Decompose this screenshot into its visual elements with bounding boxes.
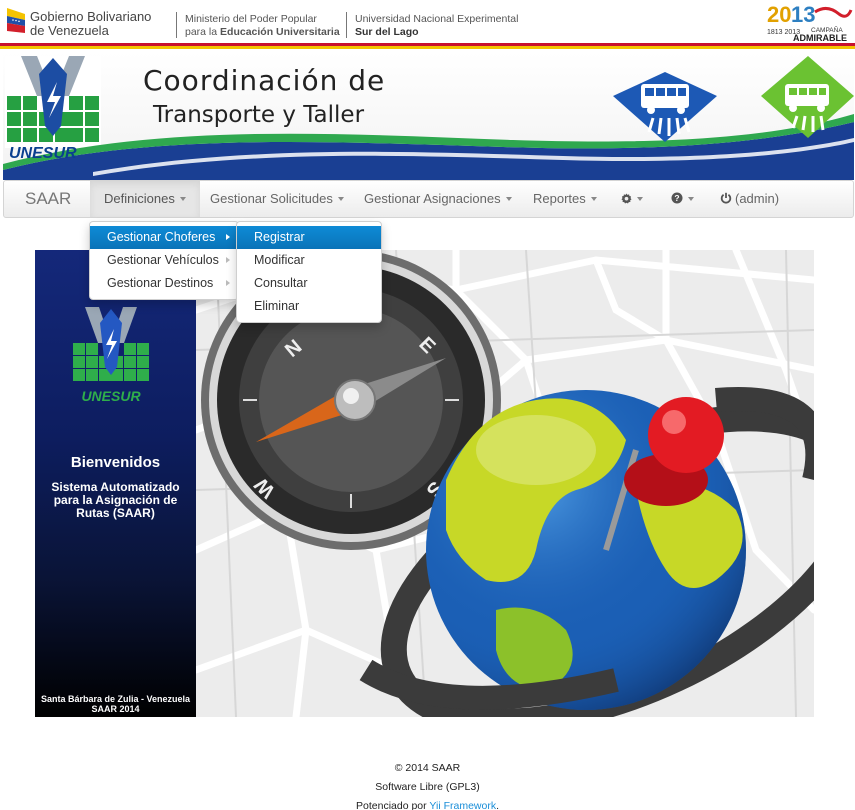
nav-help[interactable]: ? [657, 181, 708, 217]
nav-definiciones[interactable]: Definiciones [90, 181, 200, 217]
powered-prefix: Potenciado por [356, 800, 430, 810]
caret-right-icon [226, 257, 230, 263]
welcome-side-panel: Univer Experime "Jesús M UNESUR Bienveni… [35, 250, 196, 717]
menu-item-modificar[interactable]: Modificar [237, 249, 381, 272]
univ-line1: Universidad Nacional Experimental [355, 13, 519, 25]
footer-license: Software Libre (GPL3) [375, 781, 480, 793]
caret-down-icon [590, 197, 597, 201]
government-header: Gobierno Bolivariano de Venezuela Minist… [0, 0, 855, 49]
menu-item-label: Gestionar Destinos [107, 276, 214, 290]
side-location: Santa Bárbara de Zulia - Venezuela SAAR … [35, 694, 196, 714]
menu-item-eliminar[interactable]: Eliminar [237, 295, 381, 318]
menu-item-label: Gestionar Vehículos [107, 253, 219, 267]
caret-down-icon [505, 197, 512, 201]
bicent-admirable: ADMIRABLE [793, 33, 847, 43]
menu-item-gestionar-destinos[interactable]: Gestionar Destinos [90, 272, 238, 295]
powered-suffix: . [496, 800, 499, 810]
location-line1: Santa Bárbara de Zulia - Venezuela [40, 694, 191, 704]
help-icon: ? [671, 192, 683, 204]
svg-text:20: 20 [767, 2, 791, 27]
caret-right-icon [226, 234, 230, 240]
choferes-submenu: Registrar Modificar Consultar Eliminar [236, 221, 382, 323]
caret-right-icon [226, 280, 230, 286]
definiciones-dropdown: Gestionar Choferes Gestionar Vehículos G… [89, 221, 239, 300]
logout-user-label: (admin) [735, 191, 780, 206]
banner-title: Coordinación de [143, 64, 386, 97]
header-divider [346, 12, 347, 38]
yii-framework-link[interactable]: Yii Framework [429, 800, 496, 810]
side-logo-text: UNESUR [81, 388, 141, 404]
menu-item-label: Gestionar Choferes [107, 230, 216, 244]
unesur-logo-icon [5, 56, 101, 148]
ministry-bold: Educación Universitaria [220, 26, 340, 38]
welcome-image: Univer Experime "Jesús M UNESUR Bienveni… [35, 250, 814, 717]
univ-line2: Sur del Lago [355, 26, 419, 38]
government-name: Gobierno Bolivariano de Venezuela [30, 10, 151, 38]
caret-down-icon [637, 197, 643, 201]
main-navbar: SAAR Definiciones Gestionar Solicitudes … [3, 180, 854, 218]
venezuela-flag-icon [7, 8, 25, 33]
banner-graphics [3, 56, 854, 180]
navbar-brand[interactable]: SAAR [25, 189, 71, 209]
power-icon [720, 192, 732, 204]
nav-label: Gestionar Solicitudes [210, 191, 333, 206]
nav-logout[interactable]: (admin) [706, 181, 793, 217]
nav-gestionar-solicitudes[interactable]: Gestionar Solicitudes [196, 181, 358, 217]
gear-icon [621, 193, 632, 204]
unesur-logo-text: UNESUR [9, 145, 77, 162]
menu-item-registrar[interactable]: Registrar [237, 226, 381, 249]
nav-gestionar-asignaciones[interactable]: Gestionar Asignaciones [350, 181, 526, 217]
page-footer: © 2014 SAAR Software Libre (GPL3) Potenc… [0, 759, 855, 810]
university-name: Universidad Nacional Experimental Sur de… [355, 13, 518, 39]
caret-down-icon [337, 197, 344, 201]
bus-icon [613, 72, 717, 142]
gov-line1: Gobierno Bolivariano [30, 9, 152, 24]
nav-label: Gestionar Asignaciones [364, 191, 501, 206]
welcome-heading: Bienvenidos [70, 454, 161, 471]
svg-text:13: 13 [791, 2, 815, 27]
app-banner: Coordinación de Transporte y Taller UNES… [3, 52, 854, 180]
nav-reportes[interactable]: Reportes [519, 181, 611, 217]
footer-powered: Potenciado por Yii Framework. [0, 797, 855, 810]
location-line2: SAAR 2014 [91, 704, 140, 714]
banner-subtitle: Transporte y Taller [153, 102, 365, 128]
gov-line2: de Venezuela [30, 23, 109, 38]
nav-label: Reportes [533, 191, 586, 206]
ministry-prefix: para la [185, 26, 221, 38]
system-description: Sistema Automatizado para la Asignación … [51, 480, 180, 520]
nav-label: Definiciones [104, 191, 175, 206]
ministry-name: Ministerio del Poder Popular para la Edu… [185, 13, 340, 39]
ministry-line1: Ministerio del Poder Popular [185, 13, 317, 25]
unesur-logo-icon: UNESUR [73, 307, 149, 404]
caret-down-icon [688, 197, 694, 201]
footer-copyright: © 2014 SAAR [394, 762, 461, 774]
bicentenario-logo: 20 13 1813 2013 CAMPAÑA ADMIRABLE [767, 2, 853, 43]
caret-down-icon [179, 197, 186, 201]
svg-text:?: ? [674, 193, 679, 203]
menu-item-consultar[interactable]: Consultar [237, 272, 381, 295]
nav-settings[interactable] [607, 181, 657, 217]
header-divider [176, 12, 177, 38]
menu-item-gestionar-vehiculos[interactable]: Gestionar Vehículos [90, 249, 238, 272]
menu-item-gestionar-choferes[interactable]: Gestionar Choferes [90, 226, 238, 249]
